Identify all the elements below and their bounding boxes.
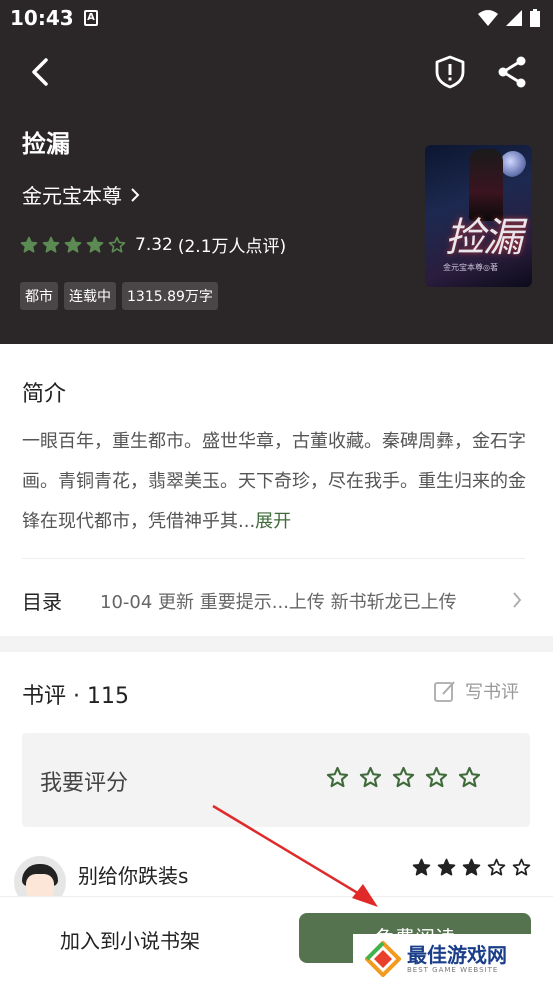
write-review-button[interactable]: 写书评 (433, 678, 519, 704)
reviews-title: 书评 · 115 (22, 684, 129, 709)
star-empty-icon (458, 766, 481, 788)
chevron-right-icon (513, 592, 522, 608)
watermark-text-block: 最佳游戏网 BEST GAME WEBSITE (407, 944, 507, 974)
chevron-left-icon (32, 58, 48, 86)
cover-moon (500, 151, 526, 177)
rating-score: 7.32 (135, 234, 173, 255)
intro-text: 一眼百年，重生都市。盛世华章，古董收藏。秦碑周彝，金石字画。青铜青花，翡翠美玉。… (22, 422, 532, 542)
comment-item[interactable]: 别给你跌装s (0, 846, 553, 908)
battery-icon (530, 9, 540, 27)
status-time: 10:43 (10, 6, 74, 30)
expand-link[interactable]: 展开 (255, 511, 291, 532)
rating-count: (2.1万人点评) (177, 237, 287, 257)
book-title: 捡漏 (22, 130, 70, 158)
toc-label: 目录 (22, 590, 62, 614)
rate-box: 我要评分 (22, 733, 530, 827)
book-header: 10:43 A 捡漏 金元宝本尊 7.32 (2.1万人点评) 都市 连载中 1… (0, 0, 553, 344)
rate-star-1[interactable] (326, 766, 349, 789)
shield-alert-icon (435, 55, 465, 89)
rate-star-5[interactable] (458, 766, 481, 789)
comment-stars (412, 858, 531, 877)
star-filled-icon (437, 858, 456, 876)
star-empty-icon (108, 236, 126, 253)
notification-icon: A (84, 10, 98, 26)
intro-title: 简介 (22, 382, 67, 407)
wifi-icon (478, 10, 498, 26)
rate-stars (326, 766, 481, 789)
section-separator (0, 636, 553, 652)
star-filled-icon (412, 858, 431, 876)
author-name: 金元宝本尊 (22, 184, 122, 208)
report-button[interactable] (432, 54, 468, 90)
toc-latest-update: 10-04 更新 重要提示...上传 新书斩龙已上传 (100, 592, 457, 613)
rate-label: 我要评分 (40, 771, 129, 796)
star-empty-icon (326, 766, 349, 788)
rating-stars (20, 236, 126, 254)
divider (22, 558, 525, 559)
tag-genre: 都市 (20, 282, 58, 310)
back-button[interactable] (26, 54, 58, 90)
star-filled-icon (462, 858, 481, 876)
status-bar: 10:43 A (0, 0, 553, 38)
toc-row[interactable]: 目录 10-04 更新 重要提示...上传 新书斩龙已上传 (0, 570, 553, 628)
cover-author: 金元宝本尊◎著 (443, 263, 498, 272)
watermark: 最佳游戏网 BEST GAME WEBSITE (353, 934, 553, 984)
star-filled-icon (20, 236, 38, 253)
rating-row: 7.32 (2.1万人点评) (20, 232, 286, 257)
rate-star-4[interactable] (425, 766, 448, 789)
book-cover[interactable]: 捡漏 金元宝本尊◎著 (425, 145, 532, 287)
edit-icon (434, 681, 455, 702)
share-button[interactable] (494, 54, 530, 90)
watermark-sub: BEST GAME WEBSITE (407, 966, 499, 974)
comment-username: 别给你跌装s (78, 864, 189, 888)
chevron-right-icon (131, 187, 140, 202)
watermark-main: 最佳游戏网 (407, 943, 507, 967)
write-review-label: 写书评 (465, 682, 519, 703)
tag-wordcount: 1315.89万字 (122, 282, 218, 310)
watermark-logo-icon (365, 941, 401, 977)
share-icon (498, 56, 526, 88)
author-link[interactable]: 金元宝本尊 (22, 180, 142, 209)
book-tags: 都市 连载中 1315.89万字 (20, 282, 218, 310)
star-filled-icon (64, 236, 82, 253)
star-filled-icon (86, 236, 104, 253)
add-to-shelf-button[interactable]: 加入到小说书架 (60, 925, 200, 954)
tag-status: 连载中 (64, 282, 116, 310)
star-empty-icon (425, 766, 448, 788)
signal-icon (506, 10, 522, 26)
star-filled-icon (42, 236, 60, 253)
system-icons (477, 8, 541, 28)
star-empty-icon (392, 766, 415, 788)
cover-title: 捡漏 (445, 215, 523, 261)
rate-star-3[interactable] (392, 766, 415, 789)
star-empty-icon (512, 858, 531, 876)
star-empty-icon (487, 858, 506, 876)
star-empty-icon (359, 766, 382, 788)
rate-star-2[interactable] (359, 766, 382, 789)
